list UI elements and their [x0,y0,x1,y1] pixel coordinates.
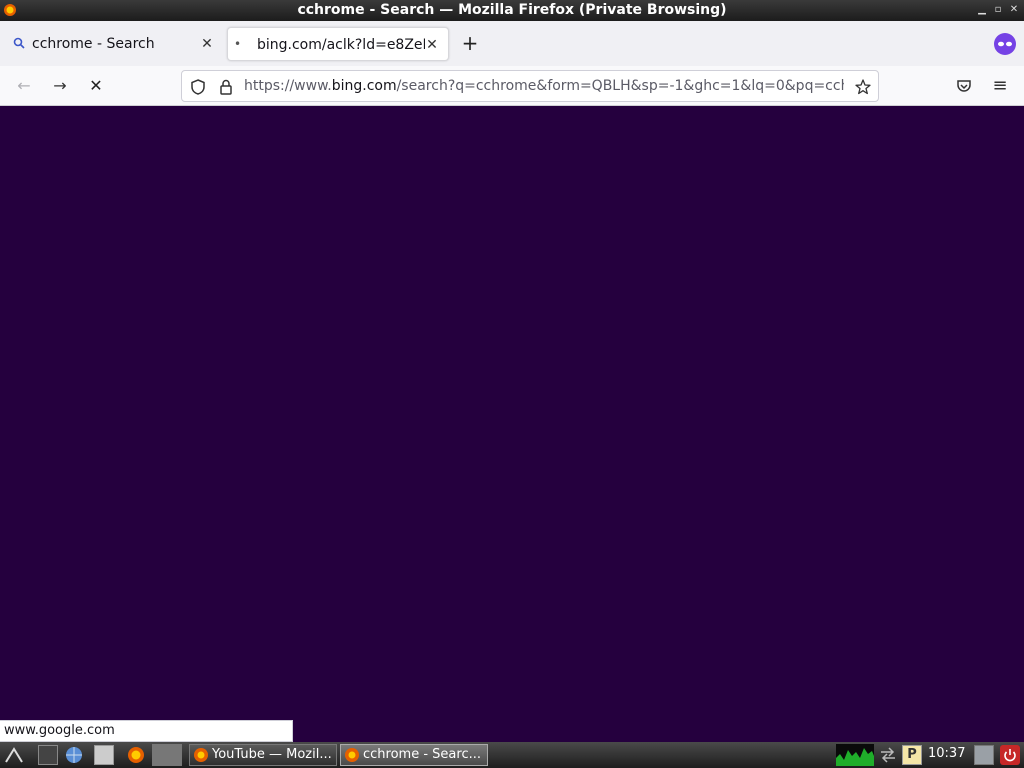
window-title: cchrome - Search — Mozilla Firefox (Priv… [297,2,727,18]
url-domain: bing.com [331,78,397,94]
taskbar-separator [152,744,182,766]
url-text[interactable]: https://www.bing.com/search?q=cchrome&fo… [244,78,844,94]
search-icon [13,37,25,49]
url-prefix: https://www. [244,78,332,94]
new-tab-button[interactable]: + [458,31,482,55]
tab-strip: cchrome - Search ✕ • bing.com/aclk?ld=e8… [0,21,1024,66]
firefox-icon [194,748,208,762]
start-menu-icon[interactable] [4,745,24,765]
tab-bing-aclk[interactable]: • bing.com/aclk?ld=e8ZeK ✕ [227,27,449,61]
firefox-icon [345,748,359,762]
clock[interactable]: 10:37 [928,746,965,761]
cpu-graph-icon [836,744,874,766]
tab-search[interactable]: cchrome - Search ✕ [4,27,222,61]
firefox-launcher-icon[interactable] [126,745,146,765]
back-button[interactable]: ← [12,74,36,98]
task-youtube-firefox[interactable]: YouTube — Mozil... [189,744,337,766]
forward-button[interactable]: → [48,74,72,98]
url-bar[interactable]: https://www.bing.com/search?q=cchrome&fo… [181,70,879,102]
navigation-toolbar: ← → ✕ https://www.bing.com/search?q=cchr… [0,66,1024,106]
close-tab-icon[interactable]: ✕ [199,36,215,52]
power-icon[interactable] [1000,745,1020,765]
taskbar: YouTube — Mozil... cchrome - Searc... P … [0,742,1024,768]
file-manager-icon[interactable] [38,745,58,765]
tab-label: cchrome - Search [32,36,155,52]
menu-icon[interactable]: ≡ [988,74,1012,98]
url-path: /search?q=cchrome&form=QBLH&sp=-1&ghc=1&… [396,78,844,94]
page-content[interactable] [0,107,1024,743]
tab-label: bing.com/aclk?ld=e8ZeK [257,37,425,53]
minimize-icon[interactable]: ▁ [975,3,989,17]
pocket-icon[interactable] [955,77,973,95]
window-switcher-icon[interactable] [94,745,114,765]
close-tab-icon[interactable]: ✕ [424,37,440,53]
loading-dot-icon: • [234,37,242,51]
clipboard-icon[interactable]: P [902,745,922,765]
bookmark-star-icon[interactable] [854,78,872,96]
window-titlebar[interactable]: cchrome - Search — Mozilla Firefox (Priv… [0,0,1024,21]
display-icon[interactable] [974,745,994,765]
task-label: YouTube — Mozil... [212,747,332,762]
task-cchrome-search[interactable]: cchrome - Searc... [340,744,488,766]
status-link-preview: www.google.com [0,720,293,742]
close-window-icon[interactable]: ✕ [1007,3,1021,17]
maximize-icon[interactable]: ▫ [991,3,1005,17]
private-browsing-icon [994,33,1016,55]
lock-icon[interactable] [217,78,235,96]
firefox-window: cchrome - Search — Mozilla Firefox (Priv… [0,0,1024,768]
task-label: cchrome - Searc... [363,747,481,762]
network-globe-icon[interactable] [64,745,84,765]
shield-icon[interactable] [189,78,207,96]
network-arrows-icon[interactable] [878,745,898,765]
stop-button[interactable]: ✕ [84,74,108,98]
